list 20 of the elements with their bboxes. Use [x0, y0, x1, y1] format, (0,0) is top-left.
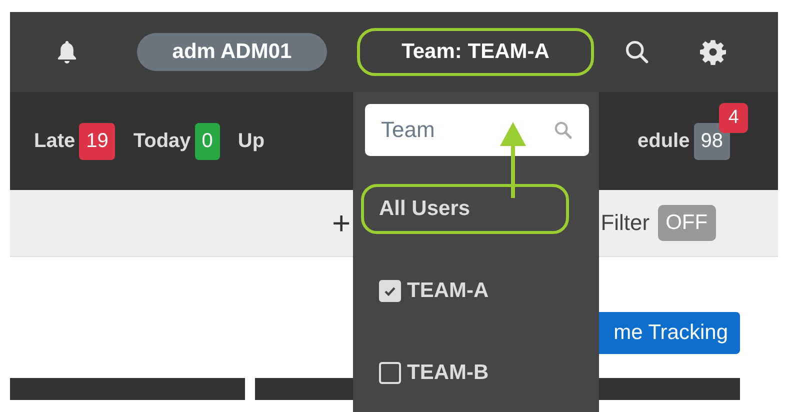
- count-badge: 98: [694, 122, 730, 160]
- team-button[interactable]: Team: TEAM-A: [357, 28, 594, 76]
- checkbox[interactable]: [379, 362, 401, 384]
- search-icon: [553, 120, 573, 140]
- search-icon[interactable]: [624, 39, 650, 65]
- user-badge[interactable]: adm ADM01: [137, 33, 327, 71]
- counter-label[interactable]: Up: [238, 130, 265, 152]
- team-option[interactable]: All Users: [361, 184, 569, 234]
- counter-label[interactable]: Today: [133, 130, 191, 152]
- notification-badge: 4: [719, 102, 748, 132]
- counter-label[interactable]: edule: [638, 130, 690, 152]
- settings-icon[interactable]: [700, 39, 726, 65]
- add-button[interactable]: +: [332, 204, 351, 242]
- counter-label[interactable]: Late: [34, 130, 76, 152]
- bell-icon[interactable]: [55, 39, 79, 65]
- checkbox[interactable]: [379, 280, 401, 302]
- count-badge: 0: [194, 122, 220, 160]
- count-badge: 19: [79, 122, 116, 160]
- filter-label: Filter: [600, 210, 650, 236]
- team-search-field[interactable]: Team: [365, 104, 589, 156]
